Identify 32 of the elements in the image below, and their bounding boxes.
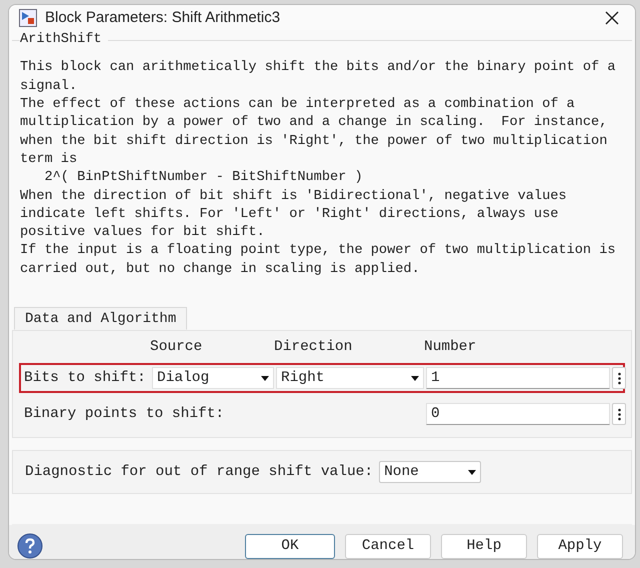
description-text: This block can arithmetically shift the bits and/or the binary point of a signal. — [20, 59, 617, 96]
dialog-button[interactable]: Cancel — [345, 534, 431, 558]
more-icon — [618, 408, 620, 420]
number-field[interactable]: 0 — [426, 403, 610, 425]
window-title: Block Parameters: Shift Arithmetic3 — [45, 9, 282, 26]
diagnostic-dropdown[interactable]: None — [379, 461, 482, 483]
column-header: Source — [150, 339, 204, 355]
source-dropdown[interactable]: Dialog — [152, 367, 274, 389]
description-text: If the input is a floating point type, the power of two multiplication is carried out, but no change in scaling is applied. — [20, 242, 617, 279]
tab[interactable]: Data and Algorithm — [14, 307, 188, 330]
dialog-button[interactable]: Apply — [537, 534, 623, 558]
dialog-button[interactable]: OK — [245, 534, 335, 558]
more-options-button[interactable] — [612, 367, 626, 389]
field-label: Diagnostic for out of range shift value: — [25, 464, 374, 480]
close-icon[interactable] — [605, 10, 619, 25]
column-header: Number — [424, 339, 478, 355]
caret-icon — [261, 376, 269, 380]
more-icon — [618, 372, 620, 384]
caret-icon — [468, 470, 476, 474]
dialog-button[interactable]: Help — [441, 534, 527, 558]
description-text: When the direction of bit shift is 'Bidirectional', negative values indicate left shifts. For 'Left' or 'Right' directions, always use positive values for bit shift. — [20, 188, 568, 242]
direction-dropdown[interactable]: Right — [276, 367, 424, 389]
caret-icon — [411, 376, 419, 380]
field-label: Bits to shift: — [24, 370, 147, 386]
number-field[interactable]: 1 — [426, 367, 610, 389]
column-header: Direction — [274, 339, 354, 355]
field-label: Binary points to shift: — [24, 406, 226, 422]
block-icon — [19, 8, 37, 27]
description-text: 2^( BinPtShiftNumber - BitShiftNumber ) — [43, 169, 364, 188]
more-options-button[interactable] — [612, 403, 626, 425]
description-text: The effect of these actions can be interpreted as a combination of a multiplication by a power of two and a change in scaling. For instance, when the bit shift direction is 'Right', the power of two multiplication term is — [20, 96, 608, 169]
help-icon[interactable] — [17, 533, 43, 559]
